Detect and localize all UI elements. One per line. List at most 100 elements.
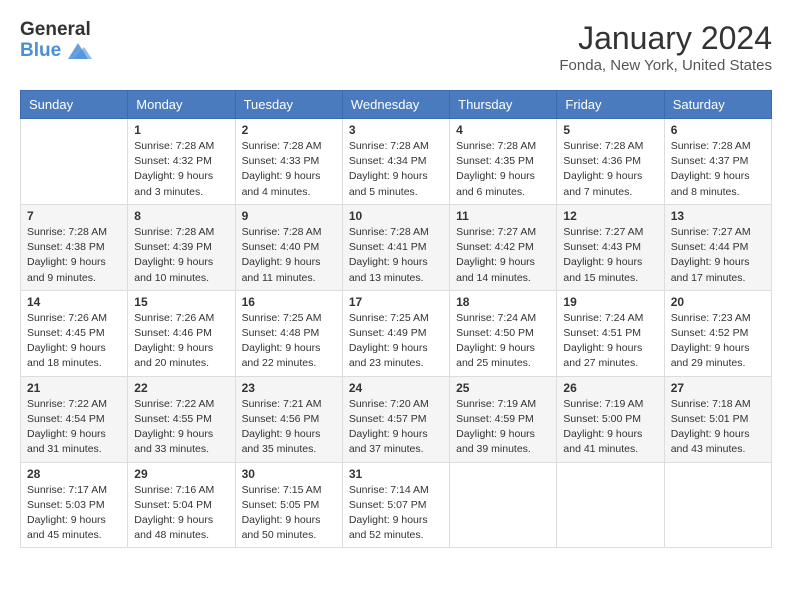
day-of-week-header: Wednesday	[342, 91, 449, 119]
calendar-cell: 20Sunrise: 7:23 AM Sunset: 4:52 PM Dayli…	[664, 290, 771, 376]
calendar-cell: 16 Sunrise: 7:25 AM Sunset: 4:48 PM Dayli…	[235, 290, 342, 376]
calendar-cell: 17 Sunrise: 7:25 AM Sunset: 4:49 PM Dayli…	[342, 290, 449, 376]
logo-icon	[64, 41, 92, 63]
day-info: Sunrise: 7:28 AM Sunset: 4:32 PM Dayligh…	[134, 139, 228, 200]
day-info: Sunrise: 7:27 AM Sunset: 4:44 PM Dayligh…	[671, 225, 765, 286]
day-number: 13	[671, 209, 765, 223]
calendar-cell: 18 Sunrise: 7:24 AM Sunset: 4:50 PM Dayli…	[450, 290, 557, 376]
calendar-cell: 9Sunrise: 7:28 AM Sunset: 4:40 PM Daylig…	[235, 204, 342, 290]
day-info: Sunrise: 7:28 AM Sunset: 4:35 PM Dayligh…	[456, 139, 550, 200]
day-info: Sunrise: 7:28 AM Sunset: 4:38 PM Dayligh…	[27, 225, 121, 286]
day-number: 15	[134, 295, 228, 309]
day-info: Sunrise: 7:20 AM Sunset: 4:57 PM Dayligh…	[349, 397, 443, 458]
day-number: 5	[563, 123, 657, 137]
day-number: 19	[563, 295, 657, 309]
calendar-cell: 26 Sunrise: 7:19 AM Sunset: 5:00 PM Dayli…	[557, 376, 664, 462]
day-info: Sunrise: 7:25 AM Sunset: 4:49 PM Dayligh…	[349, 311, 443, 372]
day-info: Sunrise: 7:22 AM Sunset: 4:55 PM Dayligh…	[134, 397, 228, 458]
day-number: 17	[349, 295, 443, 309]
calendar-cell: 6 Sunrise: 7:28 AM Sunset: 4:37 PM Daylig…	[664, 119, 771, 205]
day-of-week-header: Monday	[128, 91, 235, 119]
day-number: 28	[27, 467, 121, 481]
calendar-cell: 30 Sunrise: 7:15 AM Sunset: 5:05 PM Dayli…	[235, 462, 342, 548]
calendar-cell: 28Sunrise: 7:17 AM Sunset: 5:03 PM Dayli…	[21, 462, 128, 548]
calendar-table: SundayMondayTuesdayWednesdayThursdayFrid…	[20, 90, 772, 548]
day-number: 4	[456, 123, 550, 137]
day-number: 25	[456, 381, 550, 395]
day-number: 16	[242, 295, 336, 309]
calendar-week-row: 1 Sunrise: 7:28 AM Sunset: 4:32 PM Daylig…	[21, 119, 772, 205]
day-number: 29	[134, 467, 228, 481]
day-number: 8	[134, 209, 228, 223]
day-info: Sunrise: 7:28 AM Sunset: 4:41 PM Dayligh…	[349, 225, 443, 286]
day-number: 6	[671, 123, 765, 137]
calendar-cell: 2 Sunrise: 7:28 AM Sunset: 4:33 PM Daylig…	[235, 119, 342, 205]
day-number: 24	[349, 381, 443, 395]
day-info: Sunrise: 7:28 AM Sunset: 4:33 PM Dayligh…	[242, 139, 336, 200]
logo: General Blue	[20, 20, 92, 63]
calendar-cell: 14Sunrise: 7:26 AM Sunset: 4:45 PM Dayli…	[21, 290, 128, 376]
day-info: Sunrise: 7:19 AM Sunset: 5:00 PM Dayligh…	[563, 397, 657, 458]
calendar-week-row: 28Sunrise: 7:17 AM Sunset: 5:03 PM Dayli…	[21, 462, 772, 548]
day-number: 31	[349, 467, 443, 481]
calendar-body: 1 Sunrise: 7:28 AM Sunset: 4:32 PM Daylig…	[21, 119, 772, 548]
calendar-week-row: 21Sunrise: 7:22 AM Sunset: 4:54 PM Dayli…	[21, 376, 772, 462]
day-number: 10	[349, 209, 443, 223]
day-number: 12	[563, 209, 657, 223]
day-info: Sunrise: 7:15 AM Sunset: 5:05 PM Dayligh…	[242, 483, 336, 544]
day-info: Sunrise: 7:24 AM Sunset: 4:50 PM Dayligh…	[456, 311, 550, 372]
logo-general: General	[20, 20, 92, 41]
calendar-cell	[21, 119, 128, 205]
title-block: January 2024 Fonda, New York, United Sta…	[559, 20, 772, 74]
day-info: Sunrise: 7:28 AM Sunset: 4:37 PM Dayligh…	[671, 139, 765, 200]
day-number: 26	[563, 381, 657, 395]
day-info: Sunrise: 7:27 AM Sunset: 4:43 PM Dayligh…	[563, 225, 657, 286]
day-info: Sunrise: 7:24 AM Sunset: 4:51 PM Dayligh…	[563, 311, 657, 372]
day-info: Sunrise: 7:19 AM Sunset: 4:59 PM Dayligh…	[456, 397, 550, 458]
calendar-cell	[450, 462, 557, 548]
day-info: Sunrise: 7:14 AM Sunset: 5:07 PM Dayligh…	[349, 483, 443, 544]
calendar-cell: 4 Sunrise: 7:28 AM Sunset: 4:35 PM Daylig…	[450, 119, 557, 205]
calendar-cell: 7 Sunrise: 7:28 AM Sunset: 4:38 PM Daylig…	[21, 204, 128, 290]
calendar-cell: 13 Sunrise: 7:27 AM Sunset: 4:44 PM Dayli…	[664, 204, 771, 290]
day-info: Sunrise: 7:16 AM Sunset: 5:04 PM Dayligh…	[134, 483, 228, 544]
calendar-cell: 15 Sunrise: 7:26 AM Sunset: 4:46 PM Dayli…	[128, 290, 235, 376]
calendar-cell: 19 Sunrise: 7:24 AM Sunset: 4:51 PM Dayli…	[557, 290, 664, 376]
day-info: Sunrise: 7:25 AM Sunset: 4:48 PM Dayligh…	[242, 311, 336, 372]
logo-blue: Blue	[20, 41, 61, 62]
day-number: 18	[456, 295, 550, 309]
day-number: 22	[134, 381, 228, 395]
day-number: 27	[671, 381, 765, 395]
calendar-cell: 5Sunrise: 7:28 AM Sunset: 4:36 PM Daylig…	[557, 119, 664, 205]
day-info: Sunrise: 7:26 AM Sunset: 4:46 PM Dayligh…	[134, 311, 228, 372]
day-number: 3	[349, 123, 443, 137]
calendar-cell: 10 Sunrise: 7:28 AM Sunset: 4:41 PM Dayli…	[342, 204, 449, 290]
calendar-header-row: SundayMondayTuesdayWednesdayThursdayFrid…	[21, 91, 772, 119]
day-number: 30	[242, 467, 336, 481]
calendar-cell: 25 Sunrise: 7:19 AM Sunset: 4:59 PM Dayli…	[450, 376, 557, 462]
calendar-cell: 23Sunrise: 7:21 AM Sunset: 4:56 PM Dayli…	[235, 376, 342, 462]
page-header: General Blue January 2024 Fonda, New Yor…	[20, 20, 772, 74]
calendar-cell: 24 Sunrise: 7:20 AM Sunset: 4:57 PM Dayli…	[342, 376, 449, 462]
location-subtitle: Fonda, New York, United States	[559, 57, 772, 74]
calendar-cell: 27 Sunrise: 7:18 AM Sunset: 5:01 PM Dayli…	[664, 376, 771, 462]
calendar-week-row: 14Sunrise: 7:26 AM Sunset: 4:45 PM Dayli…	[21, 290, 772, 376]
calendar-cell: 3Sunrise: 7:28 AM Sunset: 4:34 PM Daylig…	[342, 119, 449, 205]
day-number: 2	[242, 123, 336, 137]
calendar-cell	[664, 462, 771, 548]
calendar-cell: 31 Sunrise: 7:14 AM Sunset: 5:07 PM Dayli…	[342, 462, 449, 548]
day-number: 7	[27, 209, 121, 223]
calendar-cell	[557, 462, 664, 548]
calendar-cell: 29 Sunrise: 7:16 AM Sunset: 5:04 PM Dayli…	[128, 462, 235, 548]
day-of-week-header: Saturday	[664, 91, 771, 119]
calendar-week-row: 7 Sunrise: 7:28 AM Sunset: 4:38 PM Daylig…	[21, 204, 772, 290]
day-number: 1	[134, 123, 228, 137]
month-year-title: January 2024	[559, 20, 772, 57]
calendar-cell: 11Sunrise: 7:27 AM Sunset: 4:42 PM Dayli…	[450, 204, 557, 290]
calendar-cell: 12 Sunrise: 7:27 AM Sunset: 4:43 PM Dayli…	[557, 204, 664, 290]
day-number: 23	[242, 381, 336, 395]
day-of-week-header: Thursday	[450, 91, 557, 119]
day-info: Sunrise: 7:22 AM Sunset: 4:54 PM Dayligh…	[27, 397, 121, 458]
day-info: Sunrise: 7:18 AM Sunset: 5:01 PM Dayligh…	[671, 397, 765, 458]
calendar-cell: 21Sunrise: 7:22 AM Sunset: 4:54 PM Dayli…	[21, 376, 128, 462]
